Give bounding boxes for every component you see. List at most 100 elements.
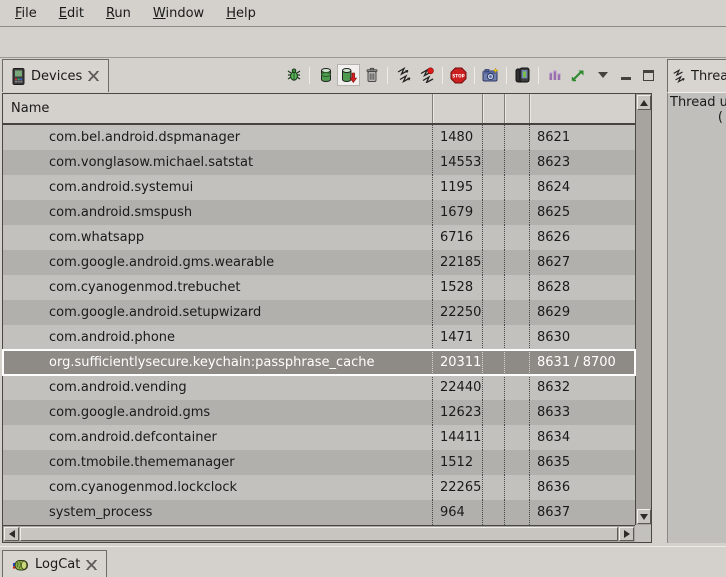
cell-pid: 1195 xyxy=(433,175,483,200)
toolbar-separator xyxy=(474,67,475,84)
cell-name: com.vonglasow.michael.satstat xyxy=(3,150,433,175)
header-col4[interactable] xyxy=(505,94,530,123)
table-row[interactable]: com.cyanogenmod.trebuchet15288628 xyxy=(3,275,635,300)
cell-c3 xyxy=(483,225,505,250)
cell-c4 xyxy=(505,225,530,250)
header-col3[interactable] xyxy=(483,94,505,123)
horizontal-scroll-thumb[interactable] xyxy=(20,527,618,541)
table-row[interactable]: com.whatsapp67168626 xyxy=(3,225,635,250)
menu-file[interactable]: File xyxy=(4,2,48,25)
cell-port: 8621 xyxy=(530,125,635,150)
devices-tab-label: Devices xyxy=(31,69,82,84)
cell-c4 xyxy=(505,150,530,175)
menu-window[interactable]: Window xyxy=(142,2,215,25)
phone-icon xyxy=(12,68,25,85)
toolbar-separator xyxy=(538,67,539,84)
device-screens-icon[interactable] xyxy=(511,64,534,86)
device-table-body: com.bel.android.dspmanager14808621com.vo… xyxy=(3,125,635,525)
cell-port: 8637 xyxy=(530,500,635,525)
threads-icon xyxy=(672,69,686,83)
close-icon[interactable] xyxy=(86,560,97,570)
scroll-up-button[interactable] xyxy=(637,95,651,110)
table-row[interactable]: com.google.android.gms.wearable221858627 xyxy=(3,250,635,275)
cell-c3 xyxy=(483,500,505,525)
cell-port: 8636 xyxy=(530,475,635,500)
table-row[interactable]: com.android.systemui1195 8624 xyxy=(3,175,635,200)
cell-name: com.android.phone xyxy=(3,325,433,350)
table-row[interactable]: com.google.android.setupwizard222508629 xyxy=(3,300,635,325)
cell-port: 8632 xyxy=(530,375,635,400)
table-row[interactable]: com.android.smspush16798625 xyxy=(3,200,635,225)
threads-view: Threads Thread up ( xyxy=(667,58,726,545)
stop-process-icon[interactable]: STOP xyxy=(447,64,470,86)
scroll-right-button[interactable] xyxy=(619,527,634,541)
cell-port: 8624 xyxy=(530,175,635,200)
menu-run[interactable]: Run xyxy=(95,2,142,25)
cell-c3 xyxy=(483,175,505,200)
cell-c4 xyxy=(505,275,530,300)
cell-port: 8633 xyxy=(530,400,635,425)
cell-pid: 14411 xyxy=(433,425,483,450)
debug-process-icon[interactable] xyxy=(282,64,305,86)
cause-gc-icon[interactable] xyxy=(360,64,383,86)
cell-c3 xyxy=(483,450,505,475)
svg-text:STOP: STOP xyxy=(452,73,465,78)
cell-pid: 22265 xyxy=(433,475,483,500)
menu-help[interactable]: Help xyxy=(215,2,267,25)
cell-name: com.android.vending xyxy=(3,375,433,400)
cell-pid: 1512 xyxy=(433,450,483,475)
cell-c4 xyxy=(505,475,530,500)
cell-pid: 12623 xyxy=(433,400,483,425)
scroll-down-button[interactable] xyxy=(637,509,651,524)
dump-hprof-icon[interactable] xyxy=(337,64,360,86)
cell-c3 xyxy=(483,200,505,225)
toolbar-separator xyxy=(309,67,310,84)
threads-message: Thread up xyxy=(670,95,726,110)
cell-name: com.android.systemui xyxy=(3,175,433,200)
table-row[interactable]: com.bel.android.dspmanager14808621 xyxy=(3,125,635,150)
start-method-profiling-icon[interactable] xyxy=(415,64,438,86)
screen-capture-icon[interactable] xyxy=(479,64,502,86)
cell-port: 8627 xyxy=(530,250,635,275)
cell-c3 xyxy=(483,325,505,350)
cell-port: 8625 xyxy=(530,200,635,225)
tab-threads[interactable]: Threads xyxy=(667,59,726,92)
scroll-left-button[interactable] xyxy=(4,527,19,541)
close-icon[interactable] xyxy=(88,71,99,81)
cell-c4 xyxy=(505,375,530,400)
minimize-icon[interactable] xyxy=(616,65,635,85)
tab-devices[interactable]: Devices xyxy=(2,59,109,92)
profiling-bars-icon[interactable] xyxy=(543,64,566,86)
table-row[interactable]: com.android.defcontainer144118634 xyxy=(3,425,635,450)
table-row[interactable]: com.tmobile.thememanager15128635 xyxy=(3,450,635,475)
header-name[interactable]: Name xyxy=(3,94,433,123)
table-row[interactable]: system_process9648637 xyxy=(3,500,635,525)
cell-c3 xyxy=(483,150,505,175)
table-row[interactable]: com.vonglasow.michael.satstat145538623 xyxy=(3,150,635,175)
cell-name: com.google.android.gms xyxy=(3,400,433,425)
table-row[interactable]: com.android.phone14718630 xyxy=(3,325,635,350)
table-row[interactable]: com.google.android.gms12623 8633 xyxy=(3,400,635,425)
start-tracing-icon[interactable] xyxy=(566,64,589,86)
cell-pid: 1679 xyxy=(433,200,483,225)
menu-edit[interactable]: Edit xyxy=(48,2,95,25)
vertical-scrollbar[interactable] xyxy=(635,94,651,525)
horizontal-scrollbar[interactable] xyxy=(3,525,635,542)
view-menu-icon[interactable] xyxy=(593,65,612,85)
menu-bar: File Edit Run Window Help xyxy=(0,0,726,27)
logcat-tab-label: LogCat xyxy=(35,557,80,572)
cell-name: system_process xyxy=(3,500,433,525)
logcat-view: LogCat xyxy=(0,546,726,577)
cell-c3 xyxy=(483,350,505,375)
header-pid[interactable] xyxy=(433,94,483,123)
cell-c3 xyxy=(483,300,505,325)
update-heap-icon[interactable] xyxy=(314,64,337,86)
table-row-selected[interactable]: org.sufficientlysecure.keychain:passphra… xyxy=(3,350,635,375)
table-row[interactable]: com.android.vending224408632 xyxy=(3,375,635,400)
table-row[interactable]: com.cyanogenmod.lockclock222658636 xyxy=(3,475,635,500)
update-threads-icon[interactable] xyxy=(392,64,415,86)
tab-logcat[interactable]: LogCat xyxy=(2,550,107,577)
maximize-icon[interactable] xyxy=(639,65,658,85)
header-port[interactable] xyxy=(530,94,635,123)
cell-port: 8626 xyxy=(530,225,635,250)
